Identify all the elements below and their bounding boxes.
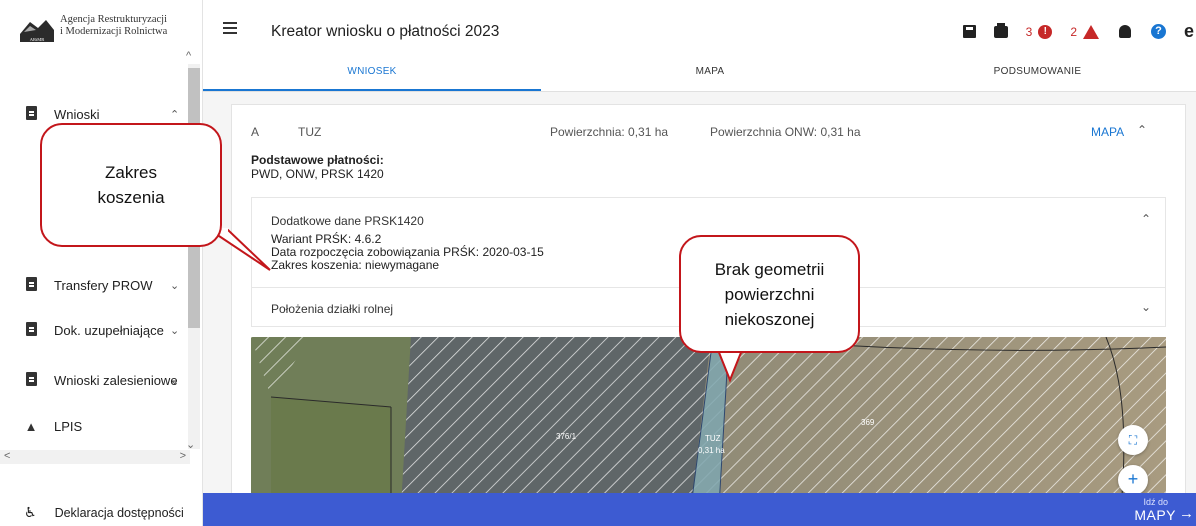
prsk-variant: Wariant PRŚK: 4.6.2 (271, 232, 382, 246)
tab-podsumowanie[interactable]: PODSUMOWANIE (879, 58, 1196, 91)
clipboard-icon (24, 106, 38, 123)
warning-count: 2 (1070, 24, 1077, 39)
chevron-down-icon: ⌄ (1140, 300, 1151, 314)
map-label-376: 376/1 (556, 432, 577, 441)
warning-icon[interactable] (1083, 24, 1099, 39)
logo-text: Agencja Restrukturyzacji i Modernizacji … (60, 14, 167, 38)
footer-bar: Idź do MAPY → (203, 493, 1196, 526)
top-bar: Kreator wniosku o płatności 2023 3 ! 2 ?… (203, 0, 1196, 58)
callout-mowing: Zakres koszenia (40, 123, 222, 247)
callout-geometry-line-2: powierzchni (724, 284, 815, 304)
callout-geometry-line-1: Brak geometrii (714, 259, 825, 279)
accessibility-icon: ♿ (24, 504, 37, 520)
parcel-onw-area: Powierzchnia ONW: 0,31 ha (710, 125, 861, 139)
sidebar-item-dok-uzupelniajace[interactable]: Dok. uzupełniające ⌄ (24, 322, 179, 339)
clipboard-icon (24, 277, 38, 294)
logo-line-2: i Modernizacji Rolnictwa (60, 26, 168, 37)
sidebar-item-transfery[interactable]: Transfery PROW ⌄ (24, 277, 179, 294)
arimr-logo-icon: ARiMR (20, 20, 54, 42)
map-label-369: 369 (861, 418, 875, 427)
parcel-type: TUZ (298, 125, 322, 139)
fullscreen-button[interactable]: ⛶ (1118, 425, 1148, 455)
clipboard-icon (24, 372, 38, 389)
sidebar-horizontal-scrollbar[interactable]: < > (0, 450, 190, 464)
parcel-header[interactable]: A TUZ Powierzchnia: 0,31 ha Powierzchnia… (232, 105, 1185, 155)
print-icon[interactable] (993, 22, 1008, 38)
tab-mapa[interactable]: MAPA (541, 58, 879, 91)
chevron-down-icon: ⌄ (170, 280, 180, 292)
sidebar-item-label: LPIS (54, 419, 83, 434)
parcel-letter: A (251, 125, 260, 139)
error-count: 3 (1025, 24, 1033, 39)
save-icon[interactable] (962, 25, 976, 38)
callout-mowing-line-1: Zakres (105, 163, 157, 182)
parcel-area: Powierzchnia: 0,31 ha (550, 125, 669, 139)
toolbar: 3 ! 2 ? e (962, 21, 1196, 42)
sidebar-item-label: Wnioski (54, 107, 100, 122)
clipboard-icon (24, 322, 38, 339)
tab-wniosek[interactable]: WNIOSEK (203, 58, 541, 91)
basic-payments-label: Podstawowe płatności: (251, 153, 384, 167)
logo: ARiMR Agencja Restrukturyzacji i Moderni… (20, 14, 167, 42)
basic-payments-value: PWD, ONW, PRSK 1420 (251, 167, 384, 181)
sidebar-item-label: Dok. uzupełniające (54, 323, 164, 338)
mountain-icon: ▲ (24, 419, 38, 434)
go-to-label: Idź do (1143, 497, 1168, 507)
logo-line-1: Agencja Restrukturyzacji (60, 14, 167, 25)
accessibility-link[interactable]: ♿ Deklaracja dostępności (24, 504, 184, 521)
sidebar-item-label: Transfery PROW (54, 278, 153, 293)
map-label-area: 0,31 ha (698, 446, 725, 455)
user-icon[interactable]: e (1184, 21, 1196, 42)
tab-bar: WNIOSEK MAPA PODSUMOWANIE (203, 58, 1196, 92)
mowing-range: Zakres koszenia: niewymagane (271, 258, 440, 272)
zoom-in-button[interactable]: + (1118, 465, 1148, 495)
callout-geometry: Brak geometrii powierzchni niekoszonej (679, 235, 860, 353)
sidebar-item-wnioski[interactable]: Wnioski ⌃ (24, 106, 179, 123)
go-to-button[interactable]: MAPY (1134, 507, 1176, 523)
map-link[interactable]: MAPA (1091, 125, 1124, 139)
chevron-up-icon[interactable]: ⌃ (1137, 123, 1147, 137)
sidebar-item-label: Wnioski zalesieniowe (54, 373, 178, 388)
callout-mowing-line-2: koszenia (97, 188, 165, 207)
map-label-tuz: TUZ (705, 434, 721, 443)
sidebar-item-wnioski-zalesieniowe[interactable]: Wnioski zalesieniowe ⌄ (24, 372, 180, 389)
prsk-start-date: Data rozpoczęcia zobowiązania PRŚK: 2020… (271, 245, 544, 259)
page-title: Kreator wniosku o płatności 2023 (271, 23, 500, 40)
chevron-down-icon: ⌄ (170, 375, 180, 387)
logo-mark-text: ARiMR (30, 37, 45, 42)
prsk-extra-title: Dodatkowe dane PRSK1420 (271, 214, 424, 228)
arrow-right-icon[interactable]: → (1179, 505, 1194, 522)
error-icon[interactable]: ! (1038, 24, 1053, 39)
sidebar: ARiMR Agencja Restrukturyzacji i Moderni… (0, 0, 203, 526)
chevron-down-icon: ⌄ (170, 325, 180, 337)
chevron-up-icon[interactable]: ⌃ (1141, 212, 1151, 226)
chevron-up-icon: ⌃ (170, 109, 180, 121)
help-icon[interactable]: ? (1151, 24, 1166, 39)
callout-geometry-line-3: niekoszonej (724, 309, 815, 329)
scroll-right-icon[interactable]: > (180, 450, 186, 462)
location-title: Położenia działki rolnej (271, 302, 394, 316)
menu-icon[interactable] (223, 22, 237, 34)
scroll-up-icon[interactable]: ^ (186, 50, 191, 62)
scroll-left-icon[interactable]: < (4, 450, 10, 462)
sidebar-item-lpis[interactable]: ▲ LPIS (24, 419, 83, 434)
accessibility-label: Deklaracja dostępności (54, 505, 184, 520)
bell-icon[interactable] (1119, 25, 1131, 38)
